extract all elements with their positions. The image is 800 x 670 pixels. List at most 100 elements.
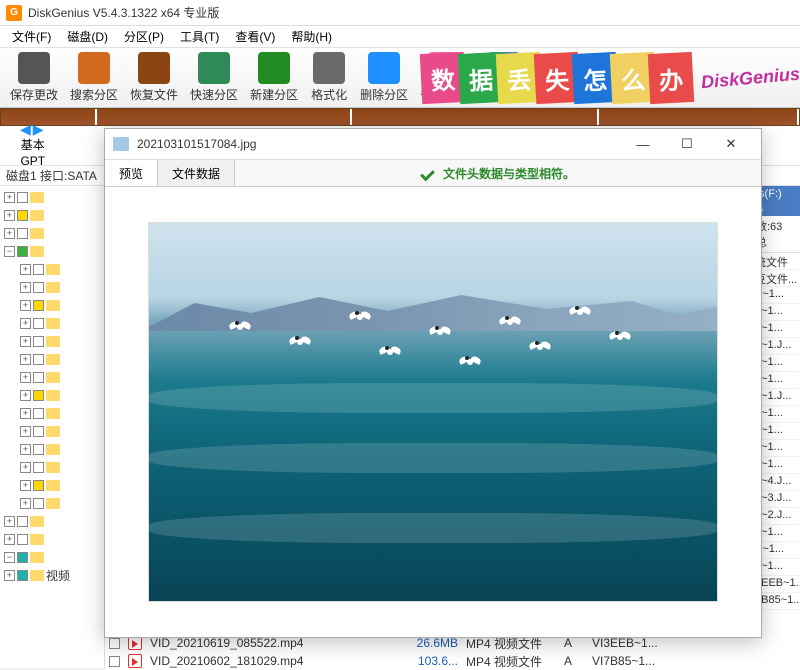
tree-row[interactable]: − <box>0 242 104 260</box>
tree-checkbox[interactable] <box>33 444 44 455</box>
tree-toggle-icon[interactable]: + <box>20 336 31 347</box>
folder-icon <box>30 246 44 257</box>
tree-toggle-icon[interactable]: + <box>20 480 31 491</box>
tree-toggle-icon[interactable]: + <box>20 498 31 509</box>
tree-checkbox[interactable] <box>33 390 44 401</box>
tree-toggle-icon[interactable]: + <box>4 192 15 203</box>
toolbar-button-5[interactable]: 格式化 <box>304 50 354 105</box>
dialog-tabs: 预览 文件数据 文件头数据与类型相符。 <box>105 159 761 187</box>
folder-tree[interactable]: +++−++++++++++++++++−+视频 <box>0 186 105 668</box>
tree-toggle-icon[interactable]: + <box>20 264 31 275</box>
disk-map-segment[interactable] <box>352 109 599 125</box>
menu-tools[interactable]: 工具(T) <box>172 26 227 47</box>
tree-toggle-icon[interactable]: + <box>20 426 31 437</box>
tree-row[interactable]: + <box>0 296 104 314</box>
toolbar-button-3[interactable]: 快速分区 <box>184 50 244 105</box>
tree-row[interactable]: + <box>0 278 104 296</box>
tree-toggle-icon[interactable]: + <box>4 228 15 239</box>
tree-row[interactable]: + <box>0 332 104 350</box>
tree-row[interactable]: + <box>0 350 104 368</box>
tree-checkbox[interactable] <box>17 570 28 581</box>
disk-map[interactable] <box>0 108 800 126</box>
tree-row[interactable]: + <box>0 386 104 404</box>
tree-toggle-icon[interactable]: + <box>20 390 31 401</box>
tree-toggle-icon[interactable]: + <box>20 408 31 419</box>
toolbar-button-2[interactable]: 恢复文件 <box>124 50 184 105</box>
folder-icon <box>46 480 60 491</box>
dialog-titlebar[interactable]: 202103101517084.jpg — ☐ ✕ <box>105 129 761 159</box>
disk-map-segment[interactable] <box>599 109 799 125</box>
tab-preview[interactable]: 预览 <box>105 160 158 186</box>
tree-checkbox[interactable] <box>33 318 44 329</box>
tree-toggle-icon[interactable]: + <box>20 282 31 293</box>
menu-view[interactable]: 查看(V) <box>227 26 283 47</box>
tree-row[interactable]: + <box>0 314 104 332</box>
tree-checkbox[interactable] <box>17 246 28 257</box>
toolbar-button-0[interactable]: 保存更改 <box>4 50 64 105</box>
tree-checkbox[interactable] <box>33 264 44 275</box>
menu-help[interactable]: 帮助(H) <box>283 26 340 47</box>
tree-row[interactable]: + <box>0 530 104 548</box>
tree-checkbox[interactable] <box>33 498 44 509</box>
tree-toggle-icon[interactable]: + <box>4 534 15 545</box>
menu-file[interactable]: 文件(F) <box>4 26 59 47</box>
menu-disk[interactable]: 磁盘(D) <box>59 26 116 47</box>
tree-toggle-icon[interactable]: − <box>4 246 15 257</box>
tree-toggle-icon[interactable]: + <box>20 444 31 455</box>
tree-row[interactable]: + <box>0 476 104 494</box>
tree-row[interactable]: + <box>0 458 104 476</box>
diskgenius-logo: DiskGenius <box>700 63 800 93</box>
tree-checkbox[interactable] <box>33 372 44 383</box>
tree-checkbox[interactable] <box>33 336 44 347</box>
dialog-body <box>105 187 761 637</box>
tree-toggle-icon[interactable]: + <box>20 300 31 311</box>
row-checkbox[interactable] <box>109 656 120 667</box>
tree-toggle-icon[interactable]: + <box>4 210 15 221</box>
disk-map-segment[interactable] <box>1 109 97 125</box>
tree-checkbox[interactable] <box>17 534 28 545</box>
tree-toggle-icon[interactable]: + <box>20 372 31 383</box>
tree-row[interactable]: + <box>0 494 104 512</box>
tree-toggle-icon[interactable]: + <box>4 570 15 581</box>
tree-row[interactable]: + <box>0 188 104 206</box>
nav-arrows-icon[interactable]: ◀▶ <box>20 121 46 138</box>
tree-checkbox[interactable] <box>33 300 44 311</box>
tree-toggle-icon[interactable]: − <box>4 552 15 563</box>
tree-toggle-icon[interactable]: + <box>4 516 15 527</box>
tree-checkbox[interactable] <box>33 426 44 437</box>
tree-checkbox[interactable] <box>33 282 44 293</box>
tree-row[interactable]: + <box>0 404 104 422</box>
tree-checkbox[interactable] <box>17 192 28 203</box>
toolbar-button-1[interactable]: 搜索分区 <box>64 50 124 105</box>
tree-toggle-icon[interactable]: + <box>20 354 31 365</box>
toolbar-button-6[interactable]: 删除分区 <box>354 50 414 105</box>
disk-map-segment[interactable] <box>97 109 352 125</box>
table-row[interactable]: VID_20210602_181029.mp4103.6...MP4 视频文件A… <box>105 652 800 670</box>
tree-checkbox[interactable] <box>17 210 28 221</box>
tree-checkbox[interactable] <box>33 480 44 491</box>
tree-checkbox[interactable] <box>33 408 44 419</box>
tree-row[interactable]: + <box>0 512 104 530</box>
tree-checkbox[interactable] <box>17 228 28 239</box>
tree-row[interactable]: + <box>0 440 104 458</box>
tree-row[interactable]: + <box>0 368 104 386</box>
row-checkbox[interactable] <box>109 638 120 649</box>
close-button[interactable]: ✕ <box>709 130 753 158</box>
toolbar-button-4[interactable]: 新建分区 <box>244 50 304 105</box>
menu-partition[interactable]: 分区(P) <box>116 26 172 47</box>
tree-checkbox[interactable] <box>33 462 44 473</box>
minimize-button[interactable]: — <box>621 130 665 158</box>
tab-filedata[interactable]: 文件数据 <box>158 160 235 186</box>
tree-row[interactable]: + <box>0 260 104 278</box>
tree-toggle-icon[interactable]: + <box>20 318 31 329</box>
tree-row[interactable]: + <box>0 224 104 242</box>
tree-checkbox[interactable] <box>33 354 44 365</box>
tree-toggle-icon[interactable]: + <box>20 462 31 473</box>
tree-checkbox[interactable] <box>17 552 28 563</box>
maximize-button[interactable]: ☐ <box>665 130 709 158</box>
tree-row[interactable]: + <box>0 422 104 440</box>
tree-row[interactable]: + <box>0 206 104 224</box>
tree-row[interactable]: +视频 <box>0 566 104 584</box>
tree-checkbox[interactable] <box>17 516 28 527</box>
tree-row[interactable]: − <box>0 548 104 566</box>
